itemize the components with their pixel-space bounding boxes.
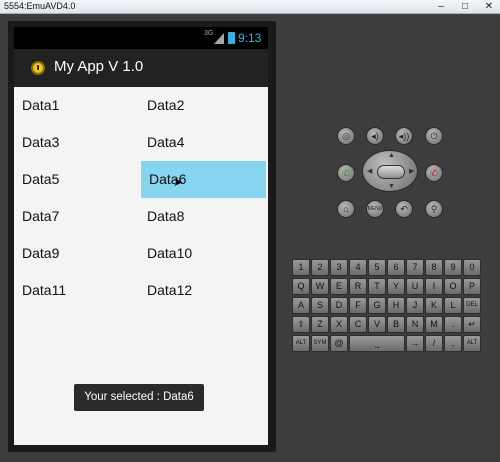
window-buttons: – □ ✕: [434, 1, 496, 12]
dpad-right-icon[interactable]: ▶: [409, 167, 414, 175]
key[interactable]: 7: [406, 259, 424, 276]
enter-key[interactable]: ↵: [463, 316, 481, 333]
device-screen: 3G 9:13 My App V 1.0 Data1 Data2 Data3 D…: [14, 27, 268, 445]
mouse-cursor-icon: ➤: [173, 175, 184, 189]
maximize-button[interactable]: □: [458, 1, 472, 12]
key[interactable]: N: [406, 316, 424, 333]
key[interactable]: S: [311, 297, 329, 314]
clock-app-icon: [31, 61, 45, 75]
key[interactable]: 2: [311, 259, 329, 276]
delete-key[interactable]: DEL: [463, 297, 481, 314]
dpad-down-icon[interactable]: ▼: [388, 183, 395, 190]
grid-cell[interactable]: Data2: [139, 87, 264, 124]
key[interactable]: Q: [292, 278, 310, 295]
key[interactable]: 4: [349, 259, 367, 276]
menu-button[interactable]: MENU: [366, 200, 384, 218]
grid-cell[interactable]: Data7: [14, 198, 139, 235]
key[interactable]: C: [349, 316, 367, 333]
key[interactable]: L: [444, 297, 462, 314]
key[interactable]: E: [330, 278, 348, 295]
grid-cell[interactable]: Data10: [139, 235, 264, 272]
key[interactable]: F: [349, 297, 367, 314]
window-titlebar: 5554:EmuAVD4.0 – □ ✕: [0, 0, 500, 14]
key[interactable]: G: [368, 297, 386, 314]
action-bar: My App V 1.0: [14, 49, 268, 87]
grid-cell[interactable]: Data8: [139, 198, 264, 235]
space-key[interactable]: ⎵: [349, 335, 405, 352]
key[interactable]: I: [425, 278, 443, 295]
dpad-center-button[interactable]: [377, 165, 405, 179]
at-key[interactable]: @: [330, 335, 348, 352]
key[interactable]: Z: [311, 316, 329, 333]
signal-icon: [214, 33, 224, 44]
comma-key[interactable]: ,: [444, 335, 462, 352]
grid-cell[interactable]: Data4: [139, 124, 264, 161]
status-time: 9:13: [238, 31, 262, 45]
key[interactable]: 6: [387, 259, 405, 276]
back-button[interactable]: ↶: [395, 200, 413, 218]
grid-cell[interactable]: Data12: [139, 272, 264, 309]
key[interactable]: H: [387, 297, 405, 314]
grid-cell[interactable]: Data9: [14, 235, 139, 272]
key[interactable]: K: [425, 297, 443, 314]
arrow-key[interactable]: →: [406, 335, 424, 352]
key[interactable]: 3: [330, 259, 348, 276]
alt-key-right[interactable]: ALT: [463, 335, 481, 352]
key[interactable]: 0: [463, 259, 481, 276]
hardware-keyboard: 1 2 3 4 5 6 7 8 9 0 Q W E R T Y U I O P …: [292, 259, 488, 352]
dpad[interactable]: ▲ ▼ ◀ ▶: [362, 150, 418, 192]
window-title: 5554:EmuAVD4.0: [4, 1, 76, 11]
key[interactable]: 8: [425, 259, 443, 276]
call-button[interactable]: ✆: [337, 164, 355, 182]
key[interactable]: 9: [444, 259, 462, 276]
key[interactable]: B: [387, 316, 405, 333]
end-call-button[interactable]: ✆: [425, 164, 443, 182]
app-title: My App V 1.0: [54, 58, 144, 75]
key[interactable]: J: [406, 297, 424, 314]
grid-cell-selected[interactable]: Data6: [141, 161, 266, 198]
minimize-button[interactable]: –: [434, 1, 448, 12]
key[interactable]: 1: [292, 259, 310, 276]
key[interactable]: D: [330, 297, 348, 314]
sym-key[interactable]: SYM: [311, 335, 329, 352]
camera-button[interactable]: ◎: [337, 127, 355, 145]
battery-icon: [228, 32, 235, 44]
key[interactable]: T: [368, 278, 386, 295]
alt-key[interactable]: ALT: [292, 335, 310, 352]
volume-down-button[interactable]: ◂): [366, 127, 384, 145]
slash-key[interactable]: /: [425, 335, 443, 352]
grid-cell[interactable]: Data1: [14, 87, 139, 124]
grid-cell[interactable]: Data5: [14, 161, 139, 198]
search-button[interactable]: ⚲: [425, 200, 443, 218]
key[interactable]: 5: [368, 259, 386, 276]
status-bar: 3G 9:13: [14, 27, 268, 49]
key[interactable]: A: [292, 297, 310, 314]
key[interactable]: M: [425, 316, 443, 333]
key[interactable]: .: [444, 316, 462, 333]
power-button[interactable]: ⏻: [425, 127, 443, 145]
key[interactable]: O: [444, 278, 462, 295]
key[interactable]: U: [406, 278, 424, 295]
key[interactable]: W: [311, 278, 329, 295]
home-button[interactable]: ⌂: [337, 200, 355, 218]
key[interactable]: Y: [387, 278, 405, 295]
grid-cell[interactable]: Data3: [14, 124, 139, 161]
close-button[interactable]: ✕: [482, 1, 496, 12]
key[interactable]: X: [330, 316, 348, 333]
key[interactable]: R: [349, 278, 367, 295]
volume-up-button[interactable]: ◂)): [395, 127, 413, 145]
network-label: 3G: [204, 30, 214, 37]
key[interactable]: V: [368, 316, 386, 333]
grid-cell[interactable]: Data11: [14, 272, 139, 309]
dpad-left-icon[interactable]: ◀: [367, 167, 372, 175]
toast-message: Your selected : Data6: [74, 384, 204, 411]
shift-key[interactable]: ⇧: [292, 316, 310, 333]
dpad-up-icon[interactable]: ▲: [388, 152, 395, 159]
key[interactable]: P: [463, 278, 481, 295]
